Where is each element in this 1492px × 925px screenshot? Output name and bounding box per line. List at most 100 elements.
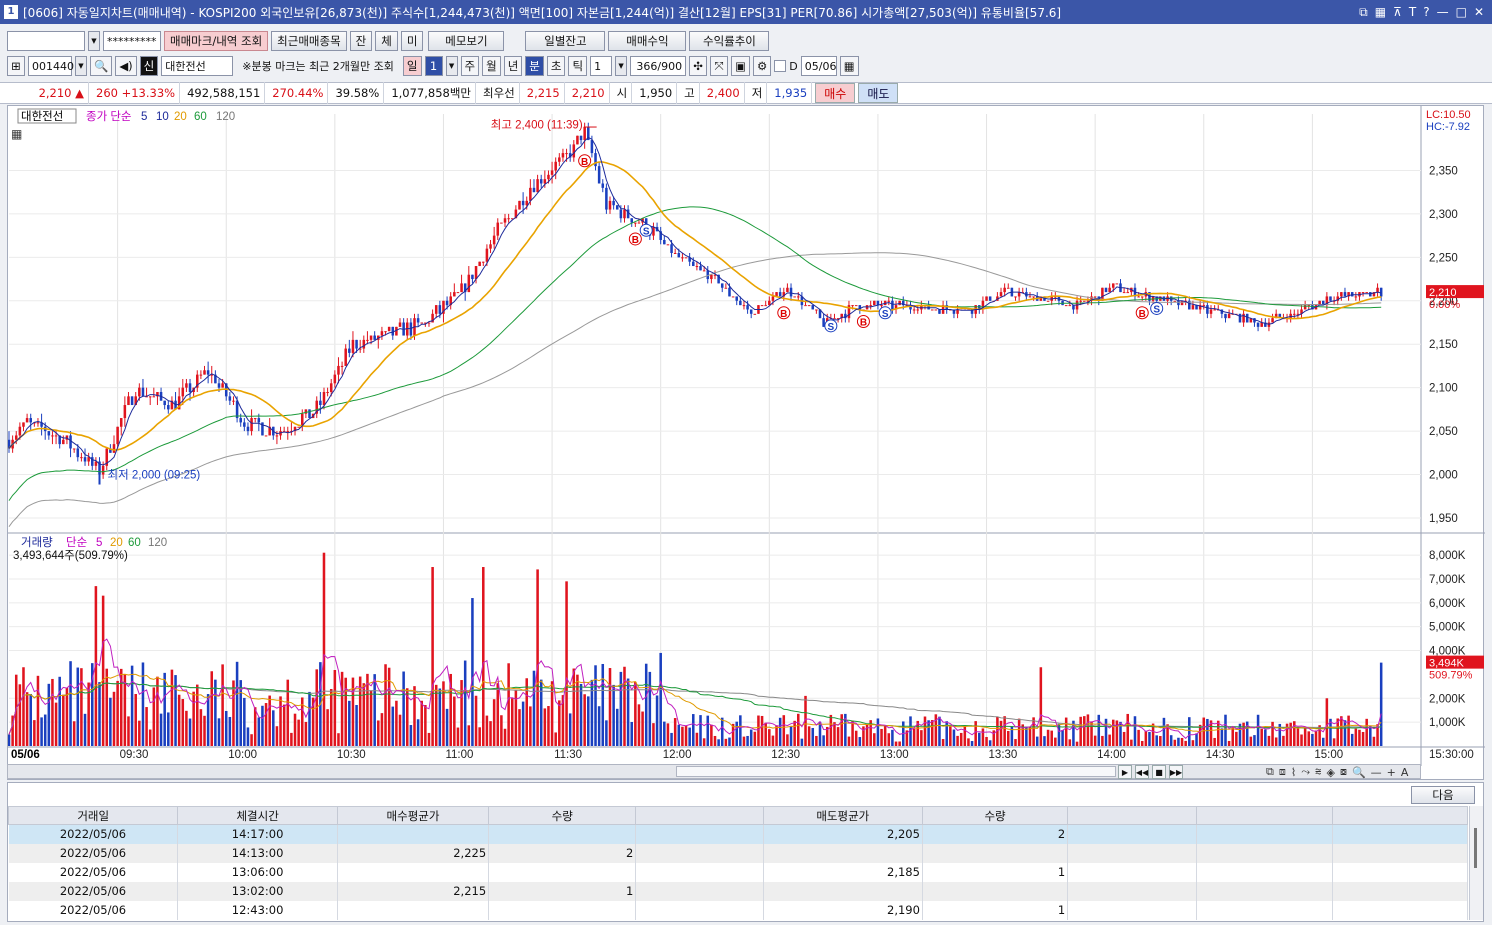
table-scrollbar[interactable] — [1469, 806, 1483, 920]
scroll-right-icon[interactable]: ▶ — [1118, 765, 1132, 779]
stock-code-input[interactable]: 001440 — [28, 56, 74, 76]
save-icon[interactable]: ▣ — [731, 56, 750, 76]
volume-bar — [1017, 718, 1021, 746]
layout-icon[interactable]: ⧉ — [1266, 765, 1274, 779]
help-icon[interactable]: ? — [1423, 5, 1429, 20]
volume-bar — [1137, 729, 1140, 746]
account-input[interactable] — [7, 31, 85, 51]
recent-trades-button[interactable]: 최근매매종목 — [271, 31, 347, 51]
return-trend-button[interactable]: 수익률추이 — [689, 31, 770, 51]
pin-icon[interactable]: ⊼ — [1393, 5, 1402, 20]
price-tick-label: 2,300 — [1429, 209, 1458, 221]
chart-scrollbar[interactable] — [7, 764, 1421, 779]
chevron-down-icon[interactable]: ▼ — [615, 56, 628, 76]
chevron-down-icon[interactable]: ▼ — [88, 31, 100, 51]
column-header[interactable] — [1067, 806, 1198, 825]
plus-icon[interactable]: + — [1387, 766, 1396, 779]
tab-tick[interactable]: 틱 — [568, 56, 588, 76]
gear-icon[interactable]: ⚙ — [752, 56, 772, 76]
volume-bar — [101, 595, 105, 746]
candle — [572, 144, 576, 158]
minus-icon[interactable]: — — [1371, 766, 1382, 779]
buy-button[interactable]: 매수 — [815, 83, 856, 103]
tab-week[interactable]: 주 — [460, 56, 480, 76]
column-header[interactable]: 수량 — [921, 806, 1069, 825]
memo-button[interactable]: 메모보기 — [428, 31, 505, 51]
column-header[interactable] — [1196, 806, 1333, 825]
volume-bar — [500, 715, 503, 746]
tab-second[interactable]: 초 — [546, 56, 566, 76]
font-icon[interactable]: A — [1401, 766, 1409, 779]
column-header[interactable]: 수량 — [488, 806, 637, 825]
volume-bar — [228, 716, 232, 746]
tab-minute[interactable]: 분 — [525, 56, 544, 76]
chevron-down-icon[interactable]: ▼ — [75, 56, 87, 76]
volume-bar — [1369, 725, 1372, 746]
interval-input[interactable]: 1 — [590, 56, 613, 76]
calendar-icon[interactable]: ▦ — [839, 56, 859, 76]
zoom-icon[interactable]: ⤧ — [710, 56, 729, 76]
candle — [69, 435, 72, 449]
chart-settings-icon[interactable]: ⧇ — [1340, 765, 1347, 779]
chevron-down-icon[interactable]: ▼ — [445, 56, 458, 76]
filled-button[interactable]: 체 — [375, 31, 398, 51]
column-header[interactable]: 매도평균가 — [762, 806, 923, 825]
stop-icon[interactable]: ■ — [1152, 765, 1166, 779]
candle — [123, 405, 127, 419]
chart-type-icon[interactable]: ⊞ — [7, 56, 25, 76]
trade-mark-query-button[interactable]: 매매마크/내역 조회 — [164, 31, 269, 51]
chart-area[interactable]: 2,350 2,300 2,250 2,200 2,150 2,100 2,050 2,000… — [7, 105, 1485, 781]
volume-bar — [793, 720, 796, 746]
paint-icon[interactable]: ◈ — [1326, 766, 1334, 779]
tab-day[interactable]: 일 — [402, 56, 422, 76]
balance-button[interactable]: 잔 — [349, 31, 373, 51]
text-icon[interactable]: T — [1409, 5, 1416, 20]
sell-button[interactable]: 매도 — [858, 83, 899, 103]
window-grid-icon[interactable]: ▦ — [1375, 5, 1386, 20]
draw-icon[interactable]: ⌇ — [1291, 766, 1296, 779]
d-checkbox[interactable] — [774, 60, 787, 72]
column-header[interactable]: 체결시간 — [177, 806, 338, 825]
restore-layout-icon[interactable]: ⧉ — [1359, 5, 1368, 20]
table-cell — [1067, 843, 1198, 863]
column-header[interactable] — [635, 806, 764, 825]
trend-icon[interactable]: ⤳ — [1301, 765, 1310, 779]
table-row[interactable]: 2022/05/06 14:13:00 2,225 2 — [8, 843, 1469, 863]
tab-month[interactable]: 월 — [482, 56, 501, 76]
candlestick-chart[interactable]: 2,3502,3002,2502,2002,1502,1002,0502,000… — [8, 106, 1485, 781]
zoom-in-icon[interactable]: 🔍 — [1352, 766, 1366, 779]
copy-icon[interactable]: ⧈ — [1279, 765, 1286, 779]
speaker-icon[interactable]: ◀) — [115, 56, 137, 76]
volume-tick-label: 2,000K — [1429, 693, 1466, 705]
column-header[interactable]: 거래일 — [7, 806, 179, 825]
password-field[interactable]: ********* — [103, 31, 161, 51]
volume-bar — [934, 714, 938, 746]
table-row[interactable]: 2022/05/06 13:02:00 2,215 1 — [8, 881, 1469, 901]
minimize-icon[interactable]: — — [1437, 5, 1449, 20]
volume-bar — [644, 663, 648, 746]
fast-forward-icon[interactable]: ▶▶ — [1169, 765, 1183, 779]
crosshair-icon[interactable]: ✣ — [689, 56, 708, 76]
tab-year[interactable]: 년 — [503, 56, 523, 76]
next-button[interactable]: 다음 — [1411, 786, 1475, 804]
candle — [25, 418, 29, 423]
date-input[interactable]: 05/06 — [800, 56, 837, 76]
period-value[interactable]: 1 — [424, 56, 443, 76]
search-icon[interactable]: 🔍 — [90, 56, 113, 76]
scroll-thumb[interactable] — [676, 766, 1116, 777]
volume-summary: 3,493,644주(509.79%) — [13, 550, 128, 562]
unfilled-button[interactable]: 미 — [400, 31, 424, 51]
column-header[interactable] — [1331, 806, 1469, 825]
table-row[interactable]: 2022/05/06 13:06:00 2,185 1 — [8, 862, 1469, 882]
table-row[interactable]: 2022/05/06 14:17:00 2,205 2 — [8, 824, 1469, 844]
trade-profit-button[interactable]: 매매수익 — [608, 31, 687, 51]
close-icon[interactable]: ✕ — [1474, 5, 1484, 20]
candle — [445, 300, 449, 306]
maximize-icon[interactable]: □ — [1456, 5, 1467, 20]
daily-balance-button[interactable]: 일별잔고 — [525, 31, 606, 51]
column-header[interactable]: 매수평균가 — [336, 806, 490, 825]
rewind-icon[interactable]: ◀◀ — [1135, 765, 1149, 779]
fib-icon[interactable]: ⩬ — [1315, 765, 1321, 779]
table-row[interactable]: 2022/05/06 12:43:00 2,190 1 — [8, 900, 1469, 920]
count-field[interactable]: 366/900 — [630, 56, 687, 76]
